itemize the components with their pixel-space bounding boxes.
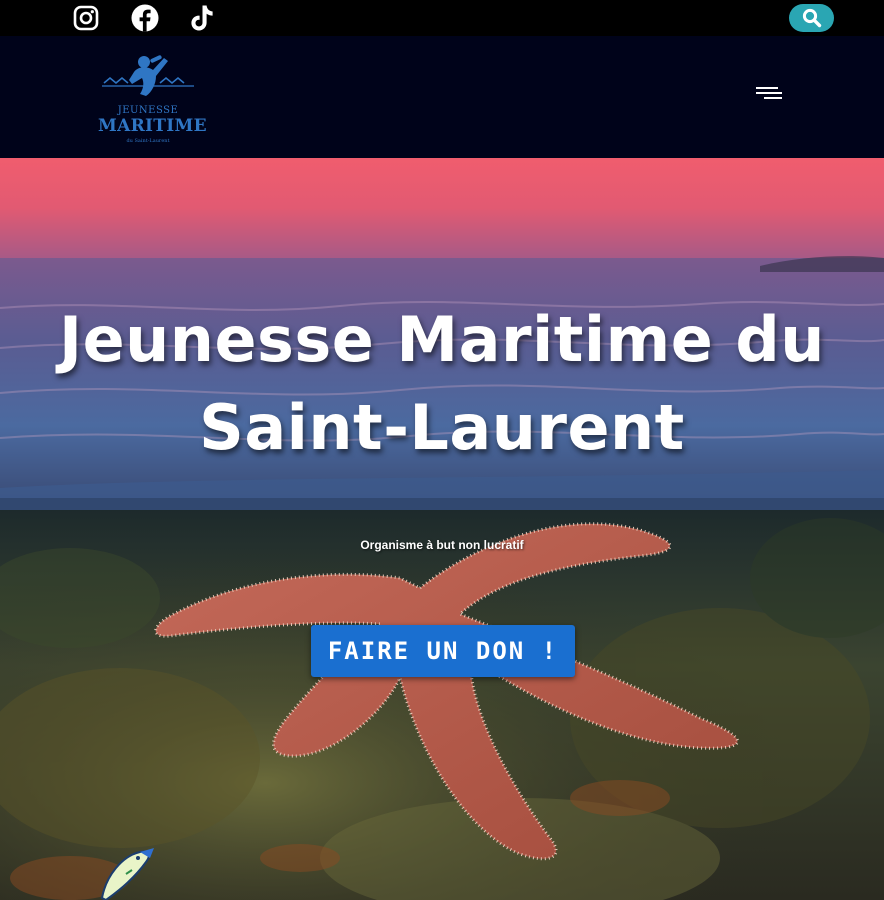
hamburger-menu-icon bbox=[756, 87, 782, 99]
logo-text-jeunesse: JEUNESSE bbox=[117, 105, 179, 116]
instagram-link[interactable] bbox=[71, 3, 101, 33]
tiktok-icon bbox=[191, 5, 213, 31]
menu-button[interactable] bbox=[752, 82, 786, 104]
hero-title: Jeunesse Maritime du Saint-Laurent bbox=[59, 303, 825, 464]
social-bar bbox=[0, 0, 884, 36]
search-icon bbox=[802, 8, 821, 28]
fish-mascot-icon bbox=[100, 848, 154, 900]
hero-subtitle: Organisme à but non lucratif bbox=[360, 538, 524, 552]
hero-background-image bbox=[0, 158, 884, 900]
instagram-icon bbox=[73, 5, 99, 31]
logo-text-saint-laurent: du Saint-Laurent bbox=[126, 138, 170, 144]
logo-mascot-graphic bbox=[102, 55, 194, 96]
logo-text-maritime: MARITIME bbox=[98, 116, 207, 136]
tiktok-link[interactable] bbox=[187, 3, 217, 33]
site-header: JEUNESSE MARITIME du Saint-Laurent bbox=[0, 36, 884, 158]
search-button[interactable] bbox=[789, 4, 834, 32]
site-logo[interactable]: JEUNESSE MARITIME du Saint-Laurent bbox=[98, 48, 207, 144]
facebook-link[interactable] bbox=[130, 3, 160, 33]
facebook-icon bbox=[131, 4, 159, 32]
hero-section: Jeunesse Maritime du Saint-Laurent Organ… bbox=[0, 158, 884, 900]
donate-button[interactable]: FAIRE UN DON ! bbox=[311, 625, 575, 677]
